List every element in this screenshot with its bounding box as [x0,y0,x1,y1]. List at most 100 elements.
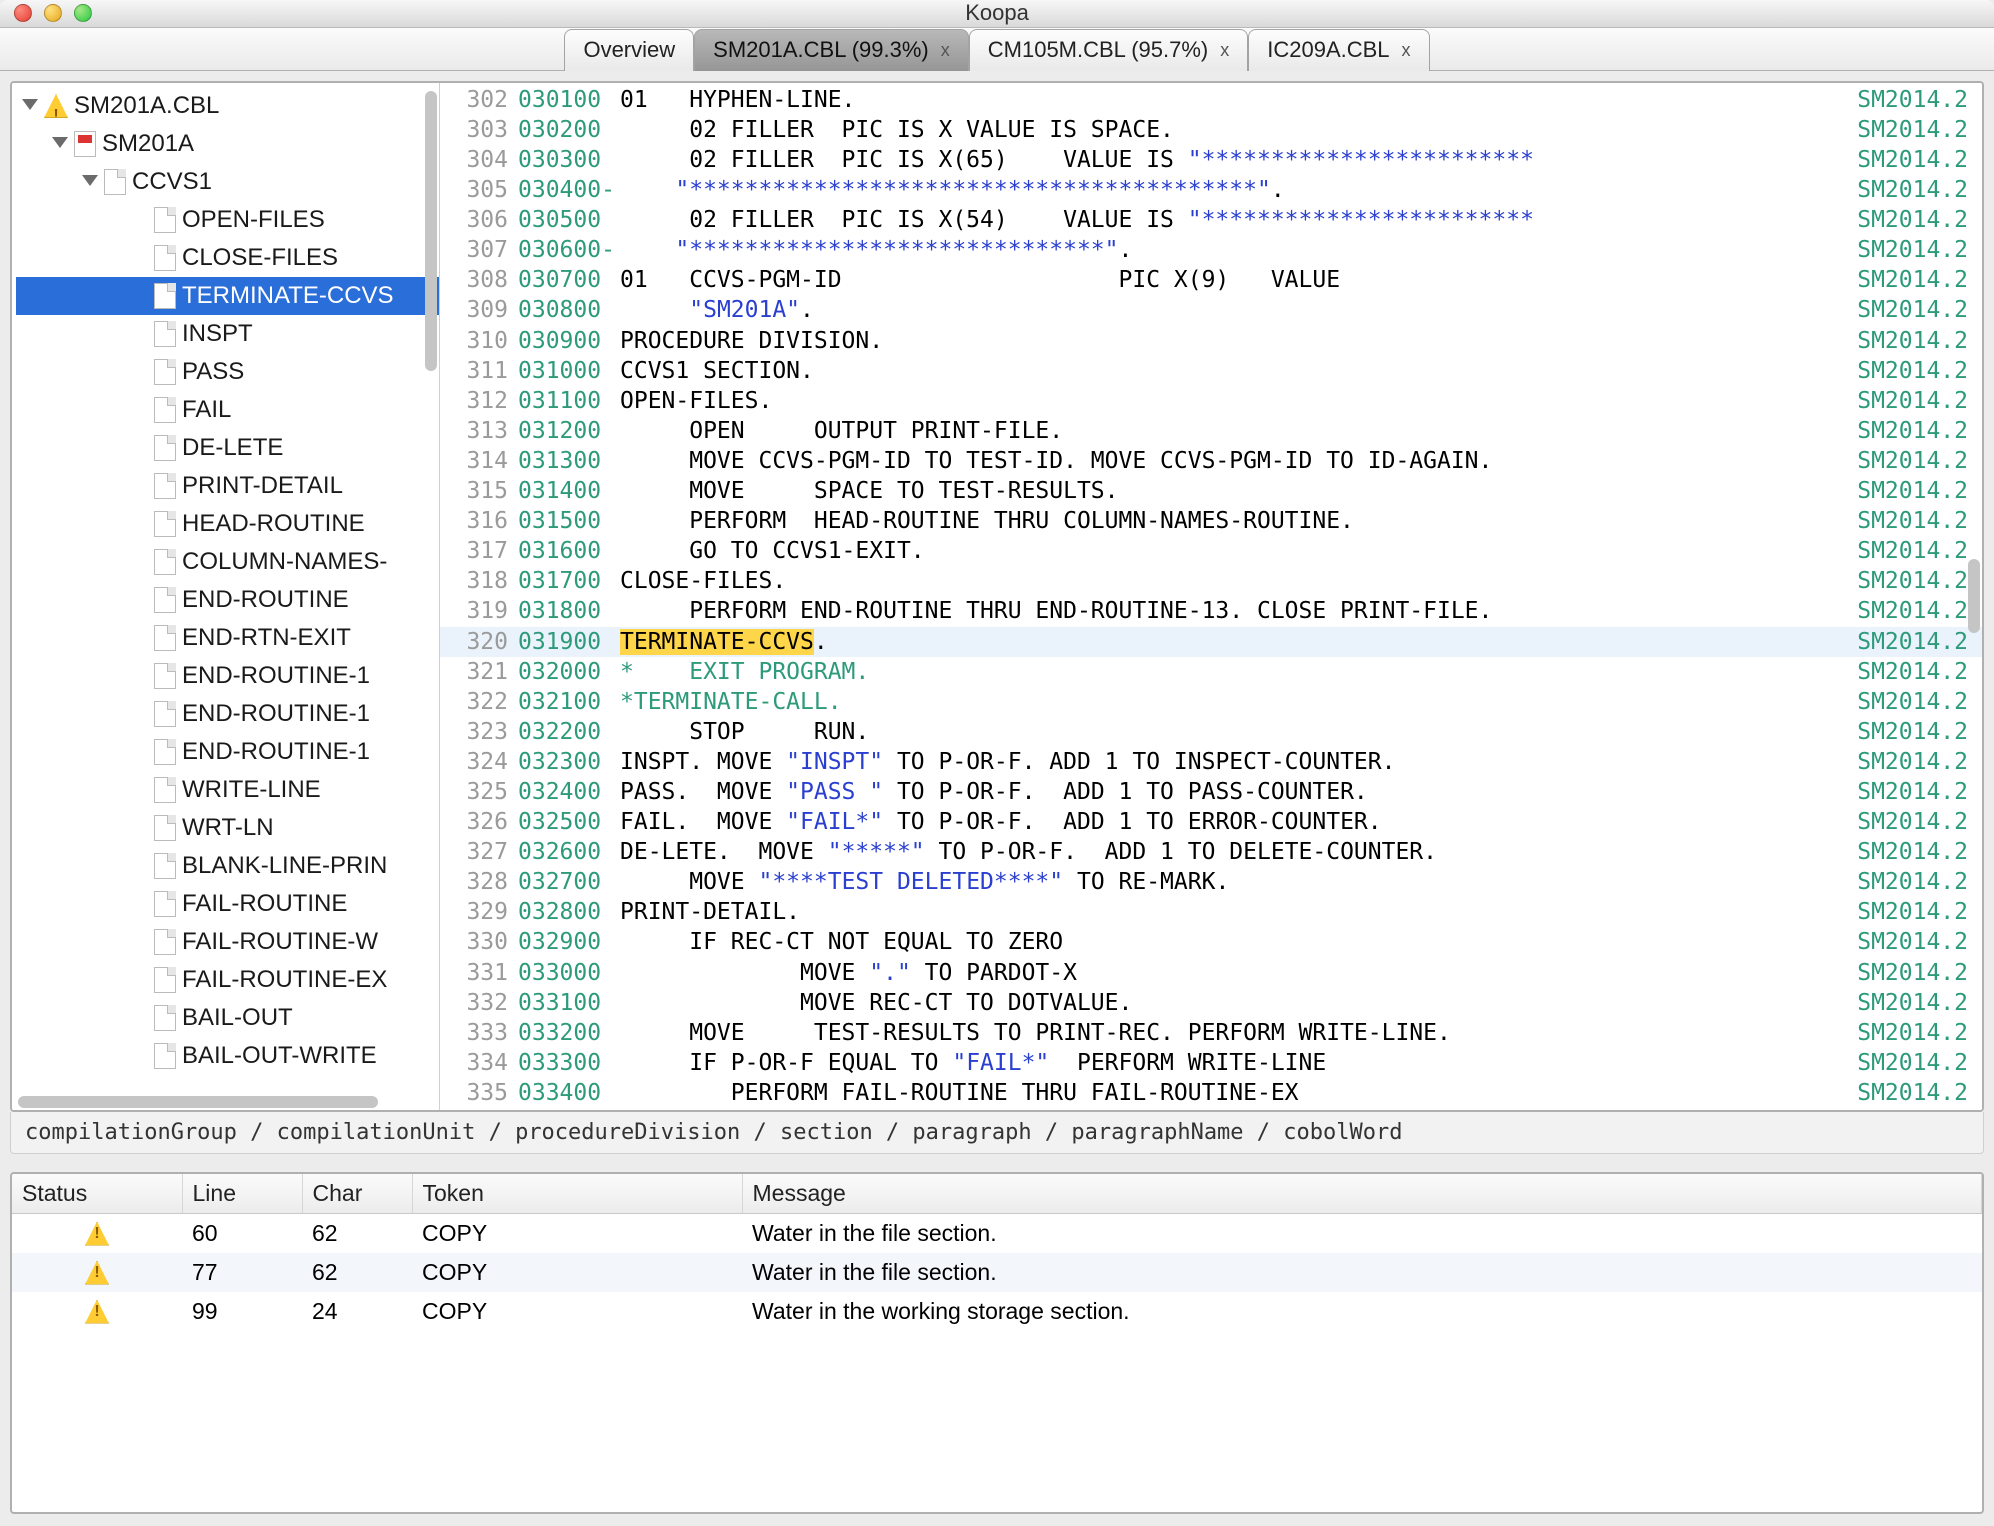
line-number: 316 [440,506,518,536]
col-token[interactable]: Token [412,1174,742,1214]
disclosure-triangle-icon[interactable] [22,99,38,115]
tree-node[interactable]: FAIL-ROUTINE-EX [16,961,439,999]
file-icon [154,283,176,309]
tree-node[interactable]: END-ROUTINE-1 [16,695,439,733]
tab-2[interactable]: CM105M.CBL (95.7%)x [969,29,1248,71]
tab-bar: OverviewSM201A.CBL (99.3%)xCM105M.CBL (9… [0,28,1994,71]
tree-node[interactable]: FAIL [16,391,439,429]
code-line[interactable]: 327032600 DE-LETE. MOVE "*****" TO P-OR-… [440,837,1982,867]
file-icon [154,1043,176,1069]
code-line[interactable]: 306030500 02 FILLER PIC IS X(54) VALUE I… [440,205,1982,235]
outline-tree[interactable]: SM201A.CBLSM201ACCVS1OPEN-FILESCLOSE-FIL… [12,83,440,1110]
col-char[interactable]: Char [302,1174,412,1214]
source-text: STOP RUN. [620,717,1832,747]
code-line[interactable]: 328032700 MOVE "****TEST DELETED****" TO… [440,867,1982,897]
tree-node[interactable]: COLUMN-NAMES- [16,543,439,581]
col-status[interactable]: Status [12,1174,182,1214]
tree-node[interactable]: CCVS1 [16,163,439,201]
code-line[interactable]: 314031300 MOVE CCVS-PGM-ID TO TEST-ID. M… [440,446,1982,476]
code-line[interactable]: 333033200 MOVE TEST-RESULTS TO PRINT-REC… [440,1018,1982,1048]
line-number: 324 [440,747,518,777]
code-line[interactable]: 329032800 PRINT-DETAIL.SM2014.2 [440,897,1982,927]
code-line[interactable]: 323032200 STOP RUN.SM2014.2 [440,717,1982,747]
code-line[interactable]: 307030600- "****************************… [440,235,1982,265]
tree-node[interactable]: WRT-LN [16,809,439,847]
close-tab-icon[interactable]: x [941,40,950,61]
tree-node[interactable]: END-RTN-EXIT [16,619,439,657]
tree-node[interactable]: DE-LETE [16,429,439,467]
code-line[interactable]: 335033400 PERFORM FAIL-ROUTINE THRU FAIL… [440,1078,1982,1108]
code-line[interactable]: 330032900 IF REC-CT NOT EQUAL TO ZEROSM2… [440,927,1982,957]
scrollbar-vertical[interactable] [425,91,437,371]
code-line[interactable]: 334033300 IF P-OR-F EQUAL TO "FAIL*" PER… [440,1048,1982,1078]
source-tag: SM2014.2 [1832,145,1982,175]
tree-node[interactable]: SM201A.CBL [16,87,439,125]
tree-node[interactable]: HEAD-ROUTINE [16,505,439,543]
tree-node[interactable]: BAIL-OUT [16,999,439,1037]
tree-node[interactable]: END-ROUTINE [16,581,439,619]
code-line[interactable]: 320031900 TERMINATE-CCVS.SM2014.2 [440,627,1982,657]
source-tag: SM2014.2 [1832,747,1982,777]
message-row[interactable]: 6062COPYWater in the file section. [12,1214,1982,1254]
disclosure-triangle-icon[interactable] [52,137,68,153]
code-line[interactable]: 310030900 PROCEDURE DIVISION.SM2014.2 [440,326,1982,356]
tree-node[interactable]: CLOSE-FILES [16,239,439,277]
code-line[interactable]: 324032300 INSPT. MOVE "INSPT" TO P-OR-F.… [440,747,1982,777]
code-line[interactable]: 325032400 PASS. MOVE "PASS " TO P-OR-F. … [440,777,1982,807]
code-line[interactable]: 303030200 02 FILLER PIC IS X VALUE IS SP… [440,115,1982,145]
disclosure-triangle-icon[interactable] [82,175,98,191]
scrollbar-vertical[interactable] [1968,559,1980,633]
tree-node[interactable]: OPEN-FILES [16,201,439,239]
code-line[interactable]: 319031800 PERFORM END-ROUTINE THRU END-R… [440,596,1982,626]
source-tag: SM2014.2 [1832,837,1982,867]
sequence-number: 031100 [518,386,620,416]
scrollbar-horizontal[interactable] [18,1096,378,1108]
code-line[interactable]: 302030100 01 HYPHEN-LINE.SM2014.2 [440,85,1982,115]
code-line[interactable]: 309030800 "SM201A".SM2014.2 [440,295,1982,325]
tab-3[interactable]: IC209A.CBLx [1248,29,1429,71]
sequence-number: 030600- [518,235,620,265]
tree-node[interactable]: INSPT [16,315,439,353]
source-text: MOVE SPACE TO TEST-RESULTS. [620,476,1832,506]
sequence-number: 030300 [518,145,620,175]
code-line[interactable]: 311031000 CCVS1 SECTION.SM2014.2 [440,356,1982,386]
code-line[interactable]: 317031600 GO TO CCVS1-EXIT.SM2014.2 [440,536,1982,566]
col-line[interactable]: Line [182,1174,302,1214]
tree-node[interactable]: END-ROUTINE-1 [16,733,439,771]
line-number: 325 [440,777,518,807]
tab-1[interactable]: SM201A.CBL (99.3%)x [694,29,969,71]
tree-node[interactable]: BLANK-LINE-PRIN [16,847,439,885]
code-line[interactable]: 304030300 02 FILLER PIC IS X(65) VALUE I… [440,145,1982,175]
tree-node[interactable]: FAIL-ROUTINE-W [16,923,439,961]
tree-node[interactable]: TERMINATE-CCVS [16,277,439,315]
code-line[interactable]: 332033100 MOVE REC-CT TO DOTVALUE.SM2014… [440,988,1982,1018]
code-line[interactable]: 318031700 CLOSE-FILES.SM2014.2 [440,566,1982,596]
code-line[interactable]: 315031400 MOVE SPACE TO TEST-RESULTS.SM2… [440,476,1982,506]
code-line[interactable]: 326032500 FAIL. MOVE "FAIL*" TO P-OR-F. … [440,807,1982,837]
tree-node[interactable]: BAIL-OUT-WRITE [16,1037,439,1075]
tree-node[interactable]: WRITE-LINE [16,771,439,809]
code-line[interactable]: 308030700 01 CCVS-PGM-ID PIC X(9) VALUES… [440,265,1982,295]
tree-node[interactable]: SM201A [16,125,439,163]
tree-node[interactable]: PASS [16,353,439,391]
code-line[interactable]: 331033000 MOVE "." TO PARDOT-XSM2014.2 [440,958,1982,988]
messages-panel[interactable]: Status Line Char Token Message 6062COPYW… [10,1172,1984,1514]
code-line[interactable]: 322032100*TERMINATE-CALL.SM2014.2 [440,687,1982,717]
code-line[interactable]: 313031200 OPEN OUTPUT PRINT-FILE.SM2014.… [440,416,1982,446]
code-line[interactable]: 312031100 OPEN-FILES.SM2014.2 [440,386,1982,416]
code-editor[interactable]: 302030100 01 HYPHEN-LINE.SM2014.23030302… [440,83,1982,1110]
col-message[interactable]: Message [742,1174,1982,1214]
code-line[interactable]: 316031500 PERFORM HEAD-ROUTINE THRU COLU… [440,506,1982,536]
close-tab-icon[interactable]: x [1220,40,1229,61]
code-line[interactable]: 321032000* EXIT PROGRAM.SM2014.2 [440,657,1982,687]
tree-node[interactable]: PRINT-DETAIL [16,467,439,505]
close-tab-icon[interactable]: x [1402,40,1411,61]
tab-0[interactable]: Overview [564,29,694,71]
code-line[interactable]: 305030400- "****************************… [440,175,1982,205]
tree-node[interactable]: END-ROUTINE-1 [16,657,439,695]
message-row[interactable]: 7762COPYWater in the file section. [12,1253,1982,1292]
tree-node[interactable]: FAIL-ROUTINE [16,885,439,923]
tree-label: END-ROUTINE [182,581,349,619]
message-row[interactable]: 9924COPYWater in the working storage sec… [12,1292,1982,1331]
tree-label: TERMINATE-CCVS [182,277,394,315]
